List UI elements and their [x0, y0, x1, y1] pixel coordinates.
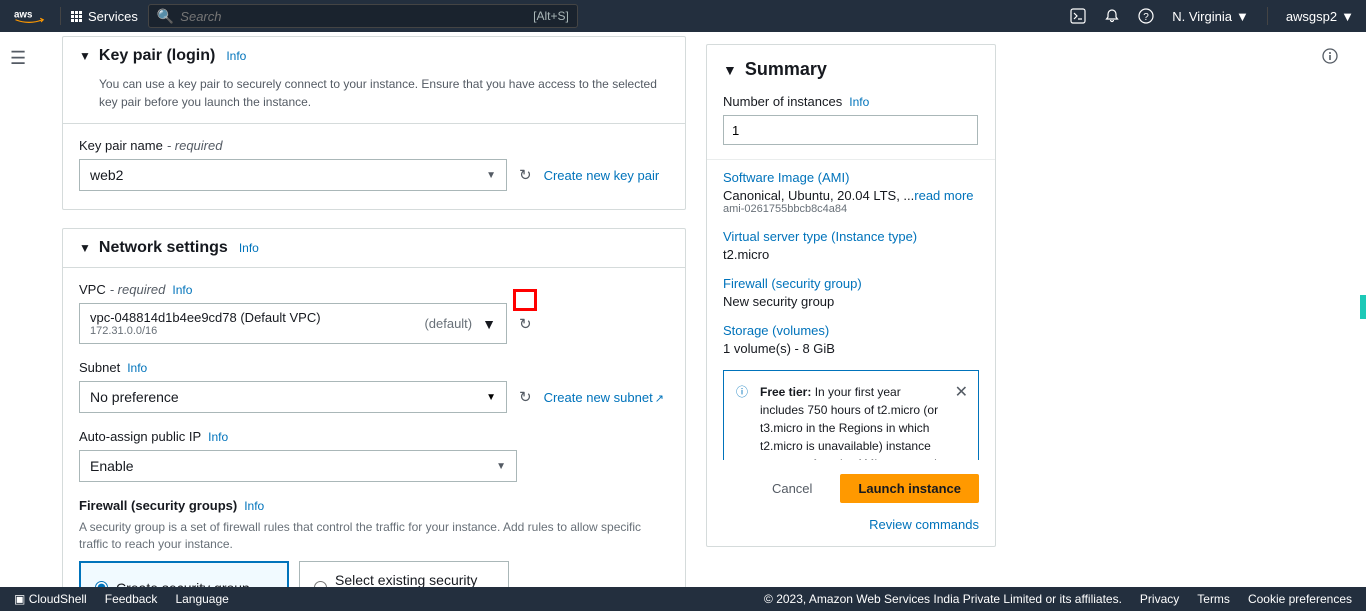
vpc-info-link[interactable]: Info	[172, 283, 192, 297]
services-button[interactable]: Services	[71, 9, 138, 24]
network-info-link[interactable]: Info	[239, 241, 259, 255]
num-info-link[interactable]: Info	[849, 95, 869, 109]
region-selector[interactable]: N. Virginia ▼	[1172, 9, 1249, 24]
keypair-title: Key pair (login)	[99, 47, 215, 65]
caret-down-icon: ▼	[486, 170, 496, 181]
review-commands-link[interactable]: Review commands	[723, 517, 979, 532]
global-search[interactable]: 🔍 [Alt+S]	[148, 4, 578, 28]
side-info-icon[interactable]	[1322, 48, 1338, 67]
caret-down-icon: ▼	[486, 392, 496, 403]
vpc-select[interactable]: vpc-048814d1b4ee9cd78 (Default VPC) 172.…	[79, 303, 507, 344]
caret-down-icon: ▼	[482, 316, 496, 332]
search-input[interactable]	[180, 9, 533, 24]
num-instances-label: Number of instances Info	[723, 94, 979, 109]
info-icon: ⓘ	[736, 383, 748, 401]
summary-panel: ▼ Summary Number of instances Info Softw…	[706, 44, 996, 547]
autoip-select[interactable]: Enable ▼	[79, 450, 517, 482]
subnet-info-link[interactable]: Info	[127, 361, 147, 375]
keypair-name-label: Key pair name - required	[79, 138, 669, 153]
vpc-cidr: 172.31.0.0/16	[90, 325, 321, 337]
services-label: Services	[88, 9, 138, 24]
cookies-link[interactable]: Cookie preferences	[1248, 592, 1352, 606]
network-title: Network settings	[99, 239, 228, 257]
summary-ami-link[interactable]: Software Image (AMI)	[723, 170, 979, 185]
external-link-icon: ↗	[655, 393, 664, 405]
account-menu[interactable]: awsgsp2 ▼	[1286, 9, 1354, 24]
refresh-subnet-icon[interactable]: ↻	[519, 388, 532, 406]
refresh-keypair-icon[interactable]: ↻	[519, 166, 532, 184]
subnet-select[interactable]: No preference ▼	[79, 381, 507, 413]
subnet-value: No preference	[90, 389, 179, 405]
keypair-value: web2	[90, 167, 123, 183]
summary-ami-id: ami-0261755bbcb8c4a84	[723, 203, 979, 215]
privacy-link[interactable]: Privacy	[1140, 592, 1179, 606]
create-sg-radio[interactable]: Create security group	[79, 561, 289, 588]
vpc-value: vpc-048814d1b4ee9cd78 (Default VPC)	[90, 310, 321, 325]
autoip-value: Enable	[90, 458, 134, 474]
caret-down-icon: ▼	[1341, 9, 1354, 24]
summary-type-link[interactable]: Virtual server type (Instance type)	[723, 229, 979, 244]
grid-icon	[71, 11, 82, 22]
feedback-tab[interactable]	[1360, 295, 1366, 319]
search-icon: 🔍	[157, 8, 174, 25]
summary-title: Summary	[745, 59, 827, 80]
hamburger-icon[interactable]: ☰	[10, 48, 26, 69]
cloudshell-icon[interactable]	[1070, 8, 1086, 24]
aws-logo[interactable]: aws	[12, 7, 46, 25]
keypair-info-link[interactable]: Info	[226, 49, 246, 63]
autoip-label: Auto-assign public IP Info	[79, 429, 669, 444]
summary-ami-val: Canonical, Ubuntu, 20.04 LTS, ...read mo…	[723, 188, 979, 203]
svg-text:aws: aws	[14, 10, 33, 21]
summary-fw-link[interactable]: Firewall (security group)	[723, 276, 979, 291]
caret-down-icon[interactable]: ▼	[723, 62, 737, 78]
select-sg-radio[interactable]: Select existing security group	[299, 561, 509, 588]
create-subnet-link[interactable]: Create new subnet↗	[544, 390, 664, 405]
caret-down-icon: ▼	[1236, 9, 1249, 24]
num-instances-input[interactable]	[723, 115, 978, 145]
copyright: © 2023, Amazon Web Services India Privat…	[764, 592, 1122, 606]
terms-link[interactable]: Terms	[1197, 592, 1230, 606]
cloudshell-footer-link[interactable]: ▣ CloudShell	[14, 592, 87, 606]
caret-down-icon[interactable]: ▼	[79, 241, 91, 255]
refresh-vpc-icon[interactable]: ↻	[519, 315, 532, 333]
region-label: N. Virginia	[1172, 9, 1232, 24]
summary-storage-link[interactable]: Storage (volumes)	[723, 323, 979, 338]
footer: ▣ CloudShell Feedback Language © 2023, A…	[0, 587, 1366, 611]
search-shortcut: [Alt+S]	[533, 9, 569, 23]
vpc-default-tag: (default)	[424, 316, 472, 331]
svg-text:?: ?	[1143, 12, 1149, 23]
launch-instance-button[interactable]: Launch instance	[840, 474, 979, 503]
keypair-select[interactable]: web2 ▼	[79, 159, 507, 191]
freetier-info: ⓘ ✕ Free tier: In your first year includ…	[723, 370, 979, 460]
network-panel: ▼ Network settings Info VPC - required I…	[62, 228, 686, 588]
notifications-icon[interactable]	[1104, 8, 1120, 24]
summary-storage-val: 1 volume(s) - 8 GiB	[723, 341, 979, 356]
vpc-label: VPC - required Info	[79, 282, 669, 297]
cloudshell-icon: ▣	[14, 592, 25, 606]
firewall-label: Firewall (security groups) Info	[79, 498, 669, 513]
create-keypair-link[interactable]: Create new key pair	[544, 168, 660, 183]
caret-down-icon: ▼	[496, 461, 506, 472]
keypair-panel: ▼ Key pair (login) Info You can use a ke…	[62, 36, 686, 210]
keypair-desc: You can use a key pair to securely conne…	[63, 75, 685, 123]
caret-down-icon[interactable]: ▼	[79, 49, 91, 63]
firewall-desc: A security group is a set of firewall ru…	[79, 519, 669, 553]
subnet-label: Subnet Info	[79, 360, 669, 375]
firewall-info-link[interactable]: Info	[244, 499, 264, 513]
select-sg-label: Select existing security group	[335, 572, 494, 588]
autoip-info-link[interactable]: Info	[208, 430, 228, 444]
user-label: awsgsp2	[1286, 9, 1337, 24]
top-nav: aws Services 🔍 [Alt+S] ? N. Virginia ▼ a…	[0, 0, 1366, 32]
read-more-link[interactable]: read more	[914, 188, 973, 203]
close-icon[interactable]: ✕	[955, 381, 968, 405]
cancel-button[interactable]: Cancel	[754, 474, 830, 503]
language-link[interactable]: Language	[175, 592, 228, 606]
feedback-link[interactable]: Feedback	[105, 592, 158, 606]
summary-fw-val: New security group	[723, 294, 979, 309]
summary-type-val: t2.micro	[723, 247, 979, 262]
help-icon[interactable]: ?	[1138, 8, 1154, 24]
